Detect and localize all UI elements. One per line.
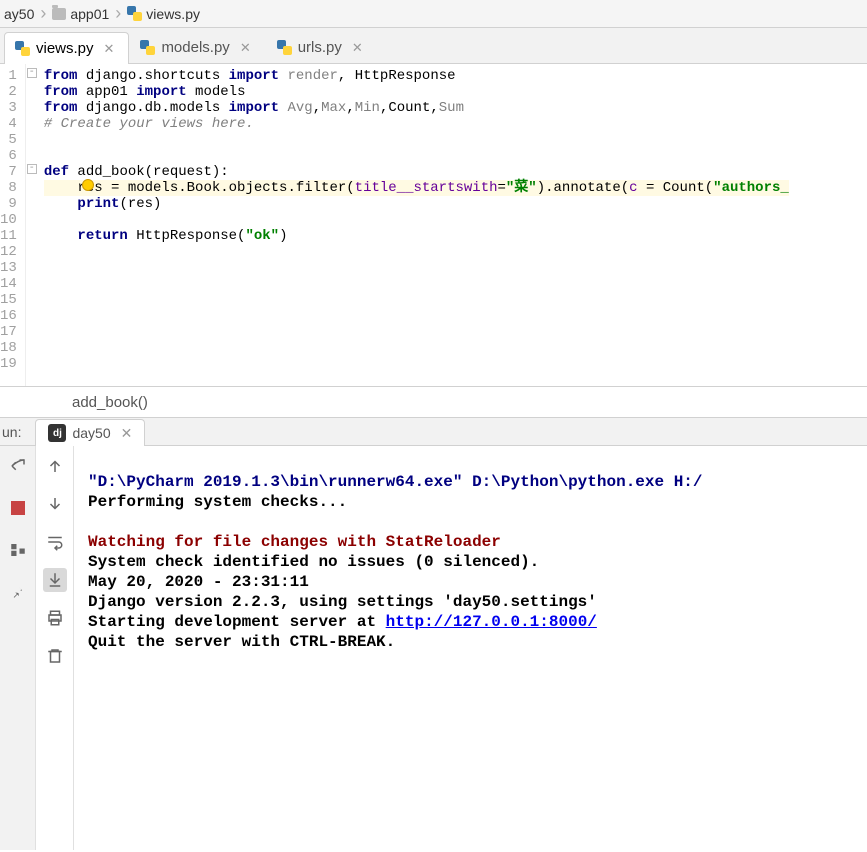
- crumb-file[interactable]: views.py: [127, 6, 200, 22]
- run-toolbar-left: [0, 446, 36, 850]
- rerun-button[interactable]: [6, 454, 30, 478]
- editor[interactable]: 12345678910111213141516171819 - - from d…: [0, 64, 867, 386]
- console-output[interactable]: "D:\PyCharm 2019.1.3\bin\runnerw64.exe" …: [74, 446, 867, 850]
- pin-button[interactable]: [6, 580, 30, 604]
- run-toolbar-console: [36, 446, 74, 850]
- breadcrumb: ay50 › app01 › views.py: [0, 0, 867, 28]
- tab-label: models.py: [161, 39, 229, 56]
- run-panel-title: un:: [2, 424, 21, 440]
- code-area[interactable]: from django.shortcuts import render, Htt…: [40, 64, 789, 386]
- console-line: Performing system checks...: [88, 493, 347, 511]
- console-warning-line: Watching for file changes with StatReloa…: [88, 533, 501, 551]
- breakpoint-marker-icon[interactable]: [82, 179, 94, 191]
- run-configuration-tab[interactable]: dj day50 ✕: [35, 419, 145, 446]
- clear-all-button[interactable]: [43, 644, 67, 668]
- close-icon[interactable]: ✕: [240, 40, 251, 56]
- django-icon: dj: [48, 424, 66, 442]
- print-button[interactable]: [43, 606, 67, 630]
- layout-button[interactable]: [6, 538, 30, 562]
- run-panel: "D:\PyCharm 2019.1.3\bin\runnerw64.exe" …: [0, 446, 867, 850]
- folder-icon: [52, 8, 66, 20]
- console-line: Starting development server at: [88, 613, 386, 631]
- close-icon[interactable]: ✕: [121, 425, 133, 442]
- console-line: System check identified no issues (0 sil…: [88, 553, 539, 571]
- python-file-icon: [140, 40, 155, 55]
- crumb-project[interactable]: ay50: [4, 6, 34, 22]
- fold-toggle-icon[interactable]: -: [27, 68, 37, 78]
- breadcrumb-separator: ›: [115, 3, 121, 24]
- tab-urls[interactable]: urls.py ✕: [266, 31, 378, 63]
- run-tab-label: day50: [72, 425, 110, 441]
- soft-wrap-button[interactable]: [43, 530, 67, 554]
- breadcrumb-separator: ›: [40, 3, 46, 24]
- python-file-icon: [277, 40, 292, 55]
- scroll-up-button[interactable]: [43, 454, 67, 478]
- crumb-label: ay50: [4, 6, 34, 22]
- console-line: May 20, 2020 - 23:31:11: [88, 573, 309, 591]
- tab-label: views.py: [36, 40, 94, 57]
- console-line: Quit the server with CTRL-BREAK.: [88, 633, 395, 651]
- tab-models[interactable]: models.py ✕: [129, 31, 265, 63]
- tab-label: urls.py: [298, 39, 342, 56]
- crumb-label: views.py: [146, 6, 200, 22]
- python-file-icon: [127, 6, 142, 21]
- console-cmd-line: "D:\PyCharm 2019.1.3\bin\runnerw64.exe" …: [88, 473, 703, 491]
- context-label: add_book(): [72, 394, 148, 411]
- stop-button[interactable]: [6, 496, 30, 520]
- run-panel-header: un: dj day50 ✕: [0, 418, 867, 446]
- editor-tabs: views.py ✕ models.py ✕ urls.py ✕: [0, 28, 867, 64]
- close-icon[interactable]: ✕: [352, 40, 363, 56]
- python-file-icon: [15, 41, 30, 56]
- fold-toggle-icon[interactable]: -: [27, 164, 37, 174]
- structure-breadcrumb[interactable]: add_book(): [0, 386, 867, 418]
- close-icon[interactable]: ✕: [104, 41, 115, 57]
- crumb-label: app01: [70, 6, 109, 22]
- console-line: Django version 2.2.3, using settings 'da…: [88, 593, 597, 611]
- scroll-to-end-button[interactable]: [43, 568, 67, 592]
- crumb-app[interactable]: app01: [52, 6, 109, 22]
- line-number-gutter: 12345678910111213141516171819: [0, 64, 26, 386]
- server-url-link[interactable]: http://127.0.0.1:8000/: [386, 613, 597, 631]
- scroll-down-button[interactable]: [43, 492, 67, 516]
- fold-column: - -: [26, 64, 40, 386]
- tab-views[interactable]: views.py ✕: [4, 32, 129, 64]
